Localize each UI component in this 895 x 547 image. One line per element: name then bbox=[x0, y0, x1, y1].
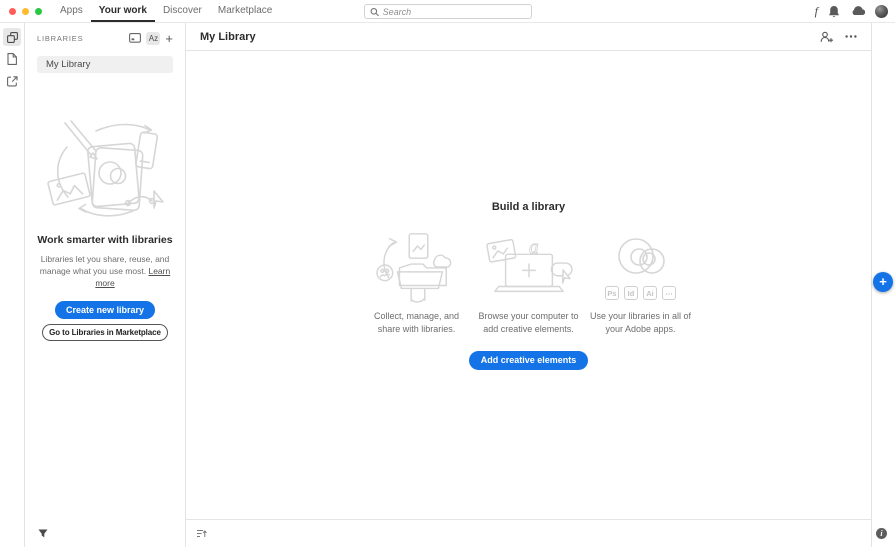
photoshop-badge: Ps bbox=[605, 286, 619, 300]
browse-illustration: a bbox=[485, 236, 573, 292]
right-gutter: + i bbox=[872, 23, 895, 547]
creative-cloud-sync-icon[interactable] bbox=[850, 6, 865, 16]
window-controls bbox=[0, 7, 42, 15]
build-library-title: Build a library bbox=[491, 200, 566, 213]
collect-caption: Collect, manage, and share with librarie… bbox=[373, 310, 460, 334]
rail-item-files[interactable] bbox=[3, 50, 21, 68]
collect-illustration bbox=[375, 232, 451, 303]
add-library-button[interactable]: + bbox=[165, 32, 173, 45]
collect-card: Collect, manage, and share with librarie… bbox=[365, 227, 469, 336]
left-rail bbox=[0, 23, 25, 547]
indesign-badge: Id bbox=[624, 286, 638, 300]
rail-item-libraries[interactable] bbox=[3, 28, 21, 46]
more-apps-badge: ⋯ bbox=[662, 286, 676, 300]
create-new-library-button[interactable]: Create new library bbox=[54, 301, 156, 319]
illustrator-badge: Ai bbox=[643, 286, 657, 300]
filter-icon[interactable] bbox=[38, 529, 48, 539]
functions-icon[interactable]: f bbox=[815, 5, 818, 17]
sort-alphabetical-toggle[interactable]: Az bbox=[146, 31, 161, 45]
more-options-icon[interactable] bbox=[845, 35, 857, 38]
sidebar-header: LIBRARIES Az + bbox=[37, 23, 173, 53]
add-fab-button[interactable]: + bbox=[873, 272, 893, 292]
main-header: My Library bbox=[186, 23, 871, 51]
empty-library-state: Build a library Collect, manage, and sha… bbox=[186, 51, 871, 519]
browse-caption: Browse your computer to add creative ele… bbox=[478, 310, 579, 334]
info-icon[interactable]: i bbox=[876, 528, 887, 539]
add-creative-elements-button[interactable]: Add creative elements bbox=[468, 350, 589, 370]
zoom-window-button[interactable] bbox=[35, 7, 42, 15]
apps-caption: Use your libraries in all of your Adobe … bbox=[589, 310, 692, 334]
topbar-actions: f bbox=[815, 0, 888, 22]
app-body: LIBRARIES Az + My Library Work smarter w… bbox=[0, 23, 895, 547]
nav-discover[interactable]: Discover bbox=[155, 0, 210, 22]
search-box[interactable] bbox=[363, 4, 532, 19]
app-badges: Ps Id Ai ⋯ bbox=[605, 286, 676, 300]
close-window-button[interactable] bbox=[9, 7, 16, 15]
main-panel: My Library Build a library Collect, mana… bbox=[186, 23, 872, 547]
nav-marketplace[interactable]: Marketplace bbox=[210, 0, 280, 22]
sidebar-title: LIBRARIES bbox=[37, 33, 84, 43]
browse-card: a Browse your computer to add creative e… bbox=[477, 227, 581, 336]
invite-people-icon[interactable] bbox=[820, 31, 834, 43]
empty-state-cards: Collect, manage, and share with librarie… bbox=[365, 227, 693, 336]
share-external-icon bbox=[6, 75, 18, 86]
libraries-sidebar: LIBRARIES Az + My Library Work smarter w… bbox=[25, 23, 186, 547]
sort-order-icon[interactable] bbox=[197, 529, 207, 538]
svg-text:a: a bbox=[529, 237, 539, 258]
library-list-item[interactable]: My Library bbox=[37, 56, 173, 73]
sidebar-empty-title: Work smarter with libraries bbox=[37, 234, 173, 246]
topbar: Apps Your work Discover Marketplace f bbox=[0, 0, 895, 23]
primary-nav: Apps Your work Discover Marketplace bbox=[52, 0, 280, 22]
view-options-icon[interactable] bbox=[129, 33, 142, 43]
search-input[interactable] bbox=[382, 6, 526, 17]
minimize-window-button[interactable] bbox=[22, 7, 29, 15]
main-footer bbox=[186, 519, 871, 547]
nav-your-work[interactable]: Your work bbox=[90, 0, 155, 22]
nav-apps[interactable]: Apps bbox=[52, 0, 91, 22]
go-to-libraries-marketplace-button[interactable]: Go to Libraries in Marketplace bbox=[42, 324, 168, 341]
library-title: My Library bbox=[200, 30, 256, 43]
notifications-bell-icon[interactable] bbox=[828, 5, 840, 18]
creative-cloud-illustration bbox=[617, 238, 665, 274]
file-icon bbox=[7, 53, 17, 65]
user-avatar[interactable] bbox=[875, 4, 888, 18]
rail-item-shared[interactable] bbox=[3, 72, 21, 90]
apps-card: Ps Id Ai ⋯ Use your libraries in all of … bbox=[589, 227, 693, 336]
libraries-icon bbox=[6, 31, 18, 43]
search-icon bbox=[370, 7, 379, 16]
libraries-illustration bbox=[47, 120, 164, 217]
sidebar-empty-description: Libraries let you share, reuse, and mana… bbox=[37, 253, 173, 289]
